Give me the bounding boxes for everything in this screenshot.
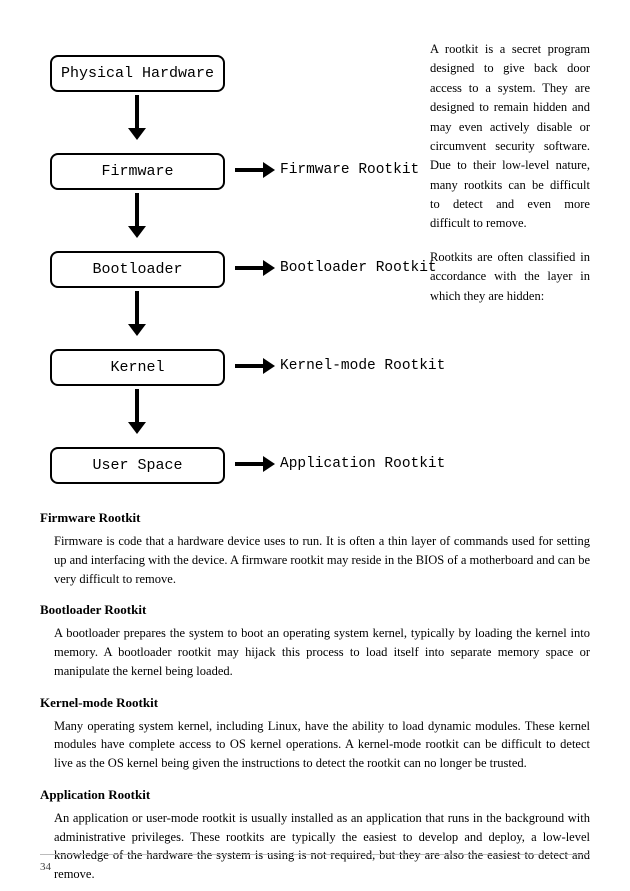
section-body-0: Firmware is code that a hardware device …	[54, 532, 590, 588]
arrow-down-2	[135, 291, 139, 326]
page-number: 34	[40, 861, 51, 873]
rootkit-label-2: Kernel-mode Rootkit	[280, 358, 445, 374]
sections: Firmware Rootkit Firmware is code that a …	[40, 510, 590, 884]
section-heading-3: Application Rootkit	[40, 787, 590, 803]
stack-diagram: Physical Hardware Firmware Bootloader Kerne…	[40, 40, 410, 480]
arrow-down-3	[135, 389, 139, 424]
arrow-right-1	[235, 266, 265, 270]
stack-box-4: User Space	[50, 447, 225, 484]
section-body-1: A bootloader prepares the system to boot…	[54, 624, 590, 680]
section-heading-0: Firmware Rootkit	[40, 510, 590, 526]
rootkit-label-0: Firmware Rootkit	[280, 162, 419, 178]
intro-paragraph-2: Rootkits are often classified in accorda…	[430, 248, 590, 306]
section-heading-1: Bootloader Rootkit	[40, 602, 590, 618]
top-section: Physical Hardware Firmware Bootloader Kerne…	[40, 40, 590, 480]
arrow-right-2	[235, 364, 265, 368]
intro-paragraph-1: A rootkit is a secret program designed t…	[430, 40, 590, 234]
section-heading-2: Kernel-mode Rootkit	[40, 695, 590, 711]
intro-text: A rootkit is a secret program designed t…	[430, 40, 590, 480]
stack-box-1: Firmware	[50, 153, 225, 190]
page-footer: 34	[40, 854, 590, 873]
arrow-down-0	[135, 95, 139, 130]
section-body-2: Many operating system kernel, including …	[54, 717, 590, 773]
arrow-right-0	[235, 168, 265, 172]
rootkit-label-3: Application Rootkit	[280, 456, 445, 472]
stack-box-0: Physical Hardware	[50, 55, 225, 92]
arrow-right-3	[235, 462, 265, 466]
stack-box-3: Kernel	[50, 349, 225, 386]
arrow-down-1	[135, 193, 139, 228]
stack-box-2: Bootloader	[50, 251, 225, 288]
rootkit-label-1: Bootloader Rootkit	[280, 260, 437, 276]
